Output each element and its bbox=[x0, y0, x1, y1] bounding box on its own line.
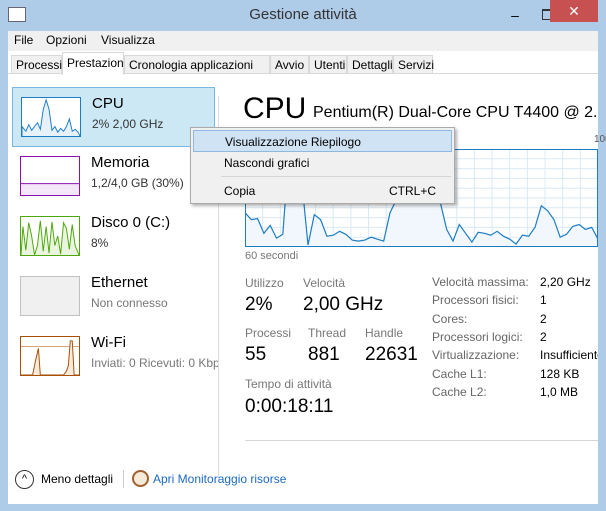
time-axis-label: 60 secondi bbox=[245, 250, 299, 262]
sidebar-item-cpu[interactable]: CPU 2% 2,00 GHz bbox=[12, 87, 215, 147]
page-title: CPU bbox=[243, 92, 307, 125]
sidebar-label: CPU bbox=[92, 95, 124, 112]
close-button[interactable]: ✕ bbox=[550, 0, 598, 22]
detail-value: Insufficiente bbox=[540, 348, 598, 363]
open-resource-monitor-link[interactable]: Apri Monitoraggio risorse bbox=[153, 472, 286, 486]
resource-monitor-icon bbox=[132, 470, 149, 487]
context-menu: Visualizzazione Riepilogo Nascondi grafi… bbox=[190, 127, 455, 204]
detail-value: 1,0 MB bbox=[540, 384, 579, 399]
tab-prestazioni[interactable]: Prestazioni bbox=[62, 52, 126, 75]
tab-bar: Processi Prestazioni Cronologia applicaz… bbox=[8, 52, 598, 75]
menu-item-visualizzazione-riepilogo[interactable]: Visualizzazione Riepilogo bbox=[193, 130, 452, 152]
detail-value: 2,20 GHz bbox=[540, 275, 591, 289]
sidebar-item-disco[interactable]: Disco 0 (C:) 8% bbox=[12, 207, 215, 267]
sidebar-label: Disco 0 (C:) bbox=[91, 214, 171, 231]
detail-value: 2 bbox=[540, 329, 547, 344]
footer: ^ Meno dettagli Apri Monitoraggio risors… bbox=[8, 465, 598, 495]
memory-thumbnail-graph bbox=[20, 156, 80, 196]
sidebar-label: Wi-Fi bbox=[91, 334, 126, 351]
stat-label: Tempo di attività bbox=[245, 377, 332, 391]
ethernet-thumbnail-graph bbox=[20, 276, 80, 316]
sidebar-label: Memoria bbox=[91, 154, 150, 171]
tab-servizi[interactable]: Servizi bbox=[393, 55, 434, 74]
shortcut-label: CTRL+C bbox=[389, 184, 437, 198]
menu-opzioni[interactable]: Opzioni bbox=[46, 33, 87, 47]
minimize-button[interactable]: – bbox=[500, 6, 530, 24]
graph-max-label: 100% bbox=[594, 134, 606, 145]
detail-label: Processori fisici: bbox=[432, 293, 519, 308]
detail-label: Cache L1: bbox=[432, 366, 487, 381]
detail-label: Velocità massima: bbox=[432, 275, 529, 289]
stat-value: 881 bbox=[308, 344, 340, 365]
tab-avvio[interactable]: Avvio bbox=[270, 55, 309, 74]
stat-label: Thread bbox=[308, 326, 347, 340]
stat-label: Processi bbox=[245, 326, 292, 340]
stat-label: Velocità bbox=[303, 276, 346, 290]
cpu-thumbnail-graph bbox=[21, 97, 81, 137]
sidebar-label: Ethernet bbox=[91, 274, 148, 291]
detail-value: 1 bbox=[540, 293, 547, 308]
sidebar-item-memoria[interactable]: Memoria 1,2/4,0 GB (30%) bbox=[12, 147, 215, 207]
detail-label: Processori logici: bbox=[432, 329, 523, 344]
task-manager-icon bbox=[8, 7, 26, 22]
tab-utenti[interactable]: Utenti bbox=[309, 55, 347, 74]
sidebar-item-ethernet[interactable]: Ethernet Non connesso bbox=[12, 267, 215, 327]
sidebar-sub: Non connesso bbox=[91, 296, 168, 310]
wifi-thumbnail-graph bbox=[20, 336, 80, 376]
sidebar-sub: 2% 2,00 GHz bbox=[92, 117, 164, 131]
sidebar-sub: 1,2/4,0 GB (30%) bbox=[91, 176, 184, 190]
sidebar-sub: Inviati: 0 Ricevuti: 0 Kbps bbox=[91, 356, 218, 370]
detail-label: Virtualizzazione: bbox=[432, 348, 520, 363]
footer-separator bbox=[123, 470, 124, 488]
menu-visualizza[interactable]: Visualizza bbox=[101, 33, 155, 47]
menu-bar: File Opzioni Visualizza bbox=[8, 31, 598, 51]
fewer-details-link[interactable]: Meno dettagli bbox=[41, 472, 113, 486]
stat-label: Handle bbox=[365, 326, 404, 340]
stat-value: 2% bbox=[245, 294, 273, 315]
disk-thumbnail-graph bbox=[20, 216, 80, 256]
stat-value: 55 bbox=[245, 344, 267, 365]
detail-label: Cache L2: bbox=[432, 384, 487, 399]
menu-separator bbox=[221, 176, 451, 177]
detail-value: 2 bbox=[540, 311, 547, 326]
menu-file[interactable]: File bbox=[14, 33, 33, 47]
stat-value: 0:00:18:11 bbox=[245, 396, 334, 417]
horizontal-scrollbar[interactable] bbox=[245, 440, 598, 441]
stat-label: Utilizzo bbox=[245, 276, 284, 290]
detail-label: Cores: bbox=[432, 311, 468, 326]
menu-item-copia[interactable]: Copia CTRL+C bbox=[193, 180, 452, 202]
sidebar-sub: 8% bbox=[91, 236, 109, 250]
cpu-model: Pentium(R) Dual-Core CPU T4400 @ 2.20GHz bbox=[313, 104, 598, 121]
detail-value: 128 KB bbox=[540, 366, 580, 381]
menu-item-nascondi-grafici[interactable]: Nascondi grafici bbox=[193, 152, 452, 174]
tab-dettagli[interactable]: Dettagli bbox=[347, 55, 393, 74]
menu-item-label: Copia bbox=[224, 184, 256, 198]
sidebar-item-wifi[interactable]: Wi-Fi Inviati: 0 Ricevuti: 0 Kbps bbox=[12, 327, 218, 387]
chevron-up-icon[interactable]: ^ bbox=[15, 470, 34, 489]
tab-cronologia[interactable]: Cronologia applicazioni bbox=[124, 55, 270, 74]
stat-value: 2,00 GHz bbox=[303, 294, 384, 315]
stat-value: 22631 bbox=[365, 344, 418, 365]
tab-processi[interactable]: Processi bbox=[11, 55, 62, 74]
